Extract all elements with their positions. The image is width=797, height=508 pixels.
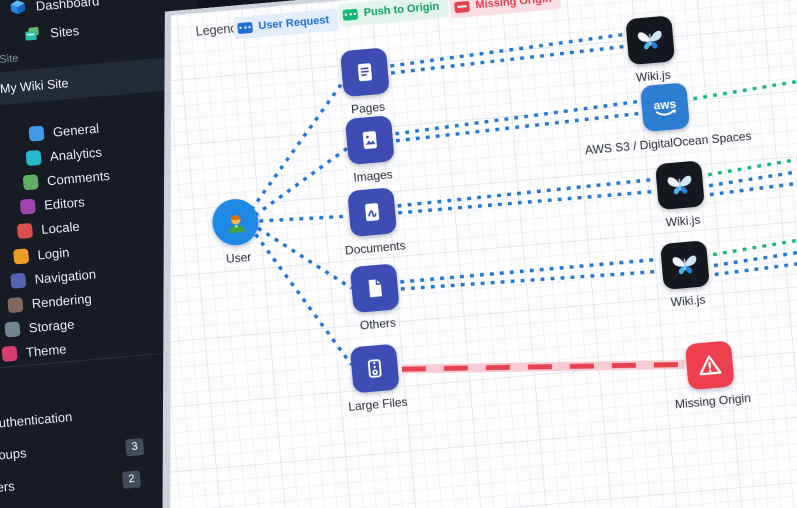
node-large-files: Large Files: [350, 344, 400, 394]
edge-green-dot: [707, 150, 797, 175]
site-select-value: My Wiki Site: [0, 75, 70, 96]
node-label-user: User: [225, 249, 252, 267]
sidebar-item-theme[interactable]: Theme: [1, 341, 67, 362]
node-images: Images: [345, 115, 395, 165]
node-wiki-top: Wiki.js: [625, 15, 675, 65]
sidebar-item-label: Locale: [40, 218, 81, 238]
sidebar-item-label: Storage: [28, 316, 75, 336]
sidebar-item-login[interactable]: Login: [13, 245, 70, 265]
sidebar-item-label: Login: [36, 244, 70, 263]
node-wiki-low: Wiki.js: [660, 240, 710, 290]
dashboard-cube-icon: [8, 0, 28, 17]
legend-chip-label: Push to Origin: [363, 0, 440, 20]
sidebar-item-label: Navigation: [34, 266, 97, 287]
blank-file-icon: [350, 263, 400, 313]
edge-blue-dot: [256, 227, 352, 372]
legend-chip-label: Missing Origin: [474, 0, 553, 12]
sidebar-item-analytics[interactable]: Analytics: [25, 144, 103, 167]
navigation-icon: [10, 272, 27, 289]
node-pages: Pages: [340, 47, 390, 97]
sidebar-item-label: Theme: [25, 341, 67, 360]
aws-logo-icon: aws: [640, 82, 690, 132]
wikijs-butterfly-icon: [625, 15, 675, 65]
node-user: User: [211, 197, 261, 247]
edge-blue-dot: [241, 82, 353, 209]
sidebar-item-label: General: [52, 120, 100, 140]
missing-origin-line-swatch-icon: [454, 0, 470, 12]
edge-blue-dot: [401, 266, 658, 293]
user-avatar-icon: [211, 197, 261, 247]
users-count-badge: 2: [121, 470, 142, 489]
sidebar-item-groups[interactable]: Groups: [0, 445, 27, 464]
sidebar-item-label: Analytics: [49, 144, 103, 164]
node-others: Others: [350, 263, 400, 313]
wikijs-butterfly-icon: [660, 240, 710, 290]
sidebar-item-comments[interactable]: Comments: [22, 167, 111, 191]
node-wiki-mid: Wiki.js: [655, 160, 705, 210]
theme-icon: [1, 345, 18, 362]
sidebar-item-label: Comments: [46, 167, 111, 189]
sidebar-item-label: Rendering: [31, 290, 93, 312]
locale-icon: [16, 222, 34, 240]
edge-blue-dot: [400, 259, 657, 281]
sidebar-item-rendering[interactable]: Rendering: [7, 290, 93, 314]
wikijs-butterfly-icon: [655, 160, 705, 210]
node-missing-origin: Missing Origin: [685, 340, 735, 390]
analytics-icon: [25, 149, 42, 167]
sidebar-item-storage[interactable]: Storage: [4, 317, 75, 338]
sidebar-item-editors[interactable]: Editors: [19, 194, 86, 215]
general-icon: [28, 125, 45, 142]
sidebar-item-navigation[interactable]: Navigation: [10, 266, 97, 289]
sidebar-item-label: Dashboard: [35, 0, 100, 14]
sidebar-item-label: Authentication: [0, 409, 73, 432]
rendering-icon: [7, 296, 24, 314]
edge-blue-dot: [397, 180, 652, 206]
comments-icon: [22, 174, 39, 191]
node-aws: aws AWS S3 / DigitalOcean Spaces: [640, 82, 690, 132]
document-lines-icon: [340, 47, 390, 97]
editors-icon: [19, 198, 36, 215]
edge-green-dot: [712, 230, 797, 255]
sidebar-item-users[interactable]: Users: [0, 478, 15, 496]
edge-blue-dot: [398, 191, 653, 214]
sidebar-item-label: Users: [0, 478, 16, 497]
edge-blue-dot: [250, 148, 353, 215]
edge-blue-dot: [258, 220, 352, 295]
sidebar-item-label: Groups: [0, 445, 28, 464]
site-select[interactable]: My Wiki Site▾: [0, 56, 185, 106]
edge-blue-dot: [259, 213, 349, 224]
edge-green-dot: [692, 73, 797, 99]
image-file-icon: [345, 115, 395, 165]
wikijs-admin-screenshot: Dashboard Sites SiteMy Wiki Site▾ General An…: [0, 0, 797, 508]
node-label-wiki-mid: Wiki.js: [665, 212, 701, 230]
push-to-origin-line-swatch-icon: [342, 8, 358, 20]
login-icon: [13, 248, 30, 265]
archive-file-icon: [350, 344, 400, 394]
node-label-pages: Pages: [350, 99, 386, 117]
diagram-canvas: Legend: User Request Push to Origin Missin…: [111, 0, 797, 508]
sidebar-item-locale[interactable]: Locale: [16, 218, 81, 240]
sidebar-item-authentication[interactable]: Authentication: [0, 409, 73, 431]
sidebar-item-label: Sites: [49, 22, 80, 40]
edge-blue-dot: [389, 35, 623, 66]
sidebar-item-dashboard[interactable]: Dashboard: [8, 0, 100, 17]
sidebar-item-sites[interactable]: Sites: [23, 21, 80, 44]
tilted-scene: Dashboard Sites SiteMy Wiki Site▾ General An…: [0, 0, 797, 508]
sites-stack-icon: [23, 24, 43, 44]
edge-blue-dot: [708, 163, 797, 186]
groups-count-badge: 3: [124, 437, 145, 457]
edge-blue-dot: [394, 102, 638, 134]
node-documents: Documents: [347, 187, 397, 237]
pdf-file-icon: [347, 187, 397, 237]
sidebar-item-label: Editors: [43, 194, 86, 213]
warning-triangle-icon: [685, 340, 735, 390]
site-section-label: Site: [0, 52, 19, 67]
user-request-line-swatch-icon: [237, 21, 253, 33]
edge-blue-dot: [391, 47, 625, 73]
storage-icon: [4, 321, 21, 338]
legend-chip-label: User Request: [257, 14, 330, 33]
sidebar-item-general[interactable]: General: [28, 120, 100, 142]
